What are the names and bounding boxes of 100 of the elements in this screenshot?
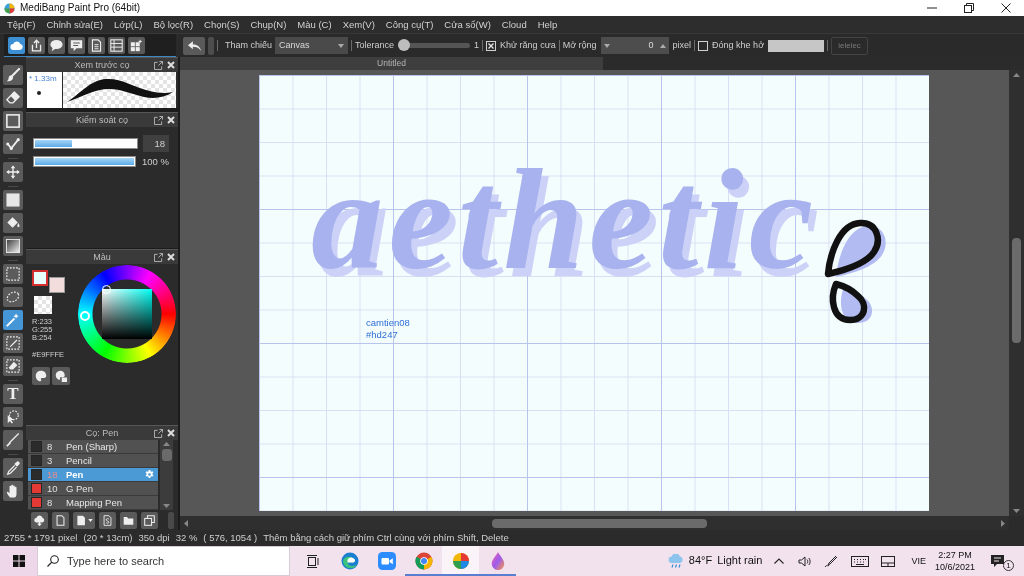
close-icon[interactable] (167, 61, 175, 69)
popout-icon[interactable] (154, 252, 163, 262)
select-pen-tool-button[interactable] (3, 333, 23, 353)
expand-spinner[interactable]: 0 (600, 37, 669, 54)
panel-grip[interactable] (168, 511, 174, 529)
close-icon[interactable] (167, 429, 175, 437)
script-button[interactable] (99, 511, 116, 529)
cloud-download-button[interactable] (31, 511, 48, 529)
brush-icon (6, 68, 20, 82)
menu-item[interactable]: Xem(V) (338, 17, 379, 32)
scrollbar-thumb[interactable] (1012, 238, 1021, 343)
duplicate-button[interactable] (141, 511, 158, 529)
eraser-tool-button[interactable] (3, 88, 23, 108)
menu-item[interactable]: Help (533, 17, 562, 32)
list-scrollbar[interactable] (160, 440, 173, 510)
eyedropper-tool-button[interactable] (3, 458, 23, 478)
folder-button[interactable] (120, 511, 137, 529)
menu-item[interactable]: Công cụ(T) (381, 17, 438, 32)
language-button[interactable]: VIE (911, 546, 926, 576)
menu-item[interactable]: Lớp(L) (110, 17, 147, 32)
undo-button[interactable] (183, 36, 205, 55)
brush-list-item[interactable]: 10 G Pen (28, 482, 158, 496)
menu-item[interactable]: Cửa sổ(W) (440, 17, 495, 32)
saturation-value-square[interactable] (102, 289, 152, 339)
close-icon[interactable] (167, 116, 175, 124)
brush-size-slider[interactable] (33, 138, 138, 149)
brush-size-field[interactable]: 18 (143, 135, 169, 152)
reference-dropdown[interactable]: Canvas (275, 37, 349, 54)
close-icon[interactable] (167, 253, 175, 261)
scroll-up-icon[interactable] (1013, 73, 1020, 77)
brush-list-item[interactable]: 8 Pen (Sharp) (28, 440, 158, 454)
primary-color-swatch[interactable] (32, 270, 48, 286)
fill-tool-button[interactable] (3, 190, 23, 210)
script-page-icon (102, 514, 113, 526)
palette-button[interactable] (32, 367, 50, 385)
popout-icon[interactable] (154, 428, 163, 438)
new-brush-button[interactable] (52, 511, 69, 529)
drawing-canvas[interactable]: aethetic camtien08 #hd247 (259, 75, 929, 511)
scroll-down-icon[interactable] (163, 504, 170, 508)
divide-tool-button[interactable] (3, 430, 23, 450)
search-field[interactable]: Type here to search (37, 546, 290, 576)
menu-item[interactable]: Chọn(S) (200, 17, 244, 32)
comment-tool-button[interactable] (68, 36, 85, 54)
polyline-tool-button[interactable] (3, 134, 23, 154)
start-button[interactable] (0, 546, 37, 576)
gradient-tool-button[interactable] (3, 236, 23, 256)
brush-tool-button[interactable] (3, 65, 23, 85)
reference-label: Tham chiếu (225, 40, 273, 51)
menu-item[interactable]: Bộ lọc(R) (149, 17, 198, 32)
menu-item[interactable]: Cloud (497, 17, 531, 32)
text-tool-button[interactable]: T (3, 384, 23, 404)
palette-settings-button[interactable] (52, 367, 70, 385)
move-tool-button[interactable] (3, 162, 23, 182)
copy-brush-button[interactable] (73, 511, 95, 529)
menu-item[interactable]: Chỉnh sửa(E) (42, 17, 108, 32)
bucket-tool-button[interactable] (3, 213, 23, 233)
scroll-down-icon[interactable] (1013, 509, 1020, 513)
select-eraser-tool-button[interactable] (3, 356, 23, 376)
secondary-color-swatch[interactable] (49, 277, 65, 293)
horizontal-scrollbar[interactable] (180, 516, 1009, 530)
status-text: 2755 * 1791 pixel (4, 532, 78, 544)
hue-handle[interactable] (80, 311, 91, 321)
down-arrow-icon[interactable] (603, 43, 610, 48)
antialias-checkbox[interactable] (486, 40, 497, 51)
toolbar-grip[interactable] (208, 36, 214, 55)
scrollbar-thumb[interactable] (492, 518, 707, 528)
close-gap-checkbox[interactable] (698, 40, 709, 51)
list-tool-button[interactable] (108, 36, 125, 54)
share-tool-button[interactable] (28, 36, 45, 54)
operation-tool-button[interactable] (3, 407, 23, 427)
vertical-scrollbar[interactable] (1009, 70, 1024, 516)
taskbar-app-button[interactable] (442, 546, 479, 576)
hand-tool-button[interactable] (3, 481, 23, 501)
popout-icon[interactable] (154, 60, 163, 70)
document-tab[interactable]: Untitled (180, 57, 603, 70)
brush-list-item[interactable]: 3 Pencil (28, 454, 158, 468)
notifications-button[interactable]: 1 (991, 546, 1014, 576)
scrollbar-thumb[interactable] (161, 449, 172, 461)
popout-icon[interactable] (154, 115, 163, 125)
document-tool-button[interactable] (88, 36, 105, 54)
menu-item[interactable]: Chụp(N) (246, 17, 291, 32)
chat-tool-button[interactable] (48, 36, 65, 54)
menu-item[interactable]: Tệp(F) (3, 17, 40, 32)
scroll-left-icon[interactable] (184, 519, 188, 527)
transparent-swatch[interactable] (34, 296, 52, 314)
wand-tool-button[interactable] (3, 310, 23, 330)
gap-color-field[interactable] (768, 39, 825, 52)
up-arrow-icon[interactable] (659, 43, 666, 48)
brush-list-item[interactable]: 8 Mapping Pen (28, 496, 158, 510)
slider-thumb[interactable] (398, 39, 411, 51)
scroll-up-icon[interactable] (163, 442, 170, 446)
grid-tool-button[interactable] (128, 36, 145, 54)
select-tool-button[interactable] (3, 264, 23, 284)
cloud-tool-button[interactable] (8, 36, 25, 54)
weather-widget[interactable]: 84°F Light rain (667, 546, 763, 576)
gear-icon[interactable] (145, 470, 154, 479)
shape-tool-button[interactable] (3, 111, 23, 131)
lasso-tool-button[interactable] (3, 287, 23, 307)
scroll-right-icon[interactable] (1001, 519, 1005, 527)
menu-item[interactable]: Màu (C) (293, 17, 336, 32)
